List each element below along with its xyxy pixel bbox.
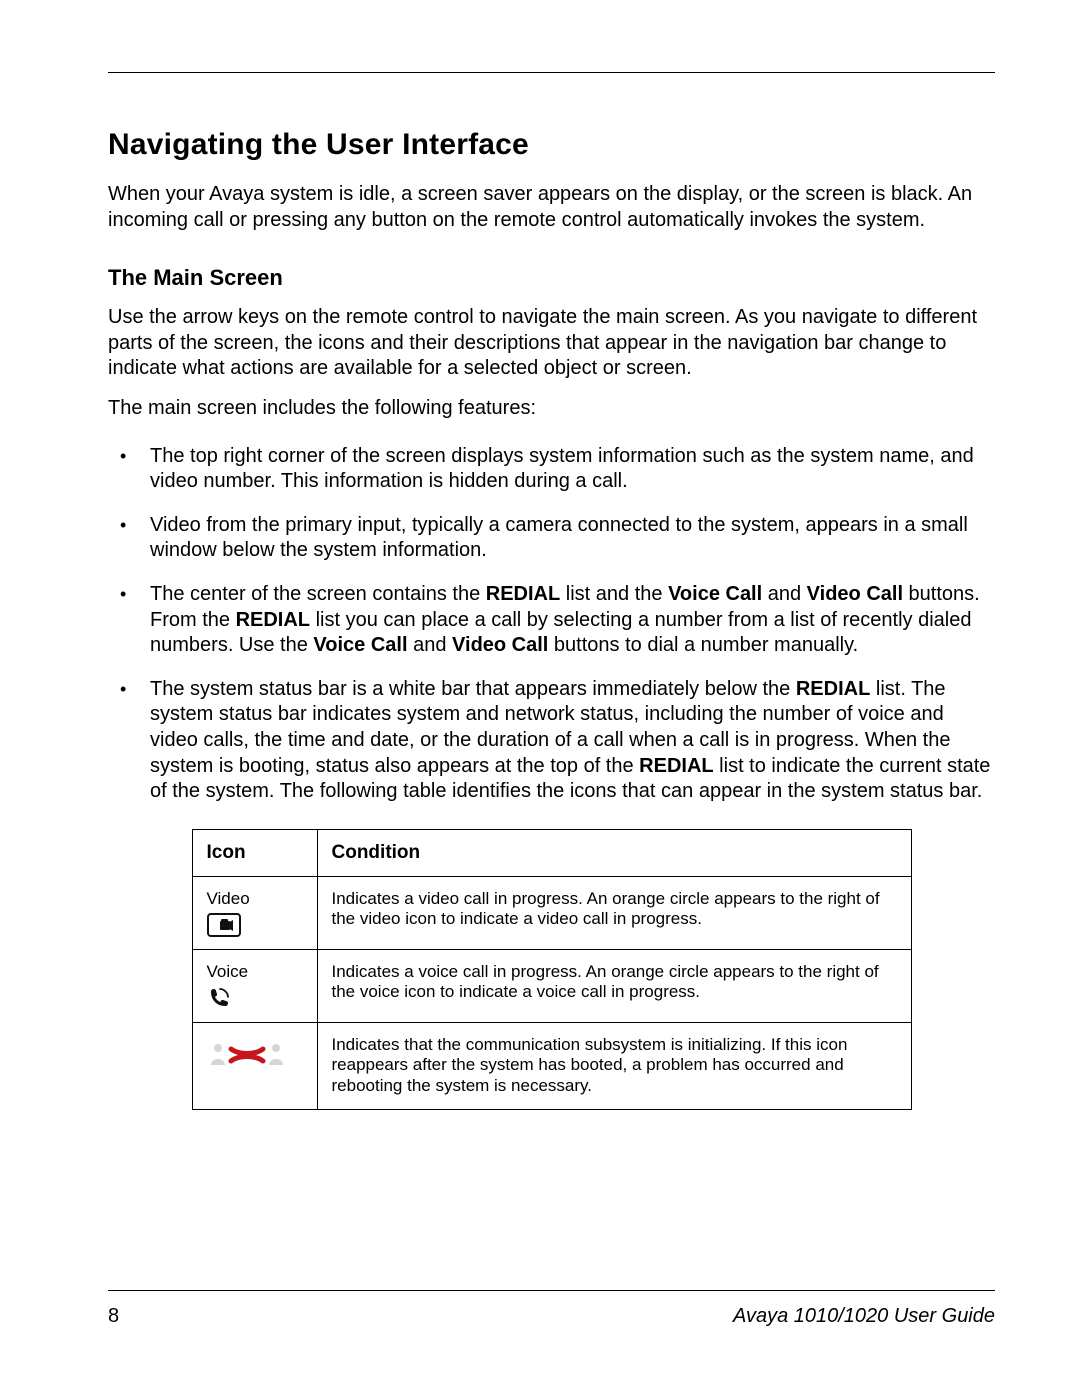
feature-list: • The top right corner of the screen dis… xyxy=(108,444,995,805)
document-page: Navigating the User Interface When your … xyxy=(0,0,1080,1110)
text: and xyxy=(408,634,452,656)
icon-cell xyxy=(192,1022,317,1109)
intro-paragraph: When your Avaya system is idle, a screen… xyxy=(108,182,995,233)
page-title: Navigating the User Interface xyxy=(108,128,995,162)
top-rule xyxy=(108,72,995,73)
table-header-icon: Icon xyxy=(192,829,317,876)
list-item-text: The center of the screen contains the RE… xyxy=(150,582,995,659)
list-item: • The top right corner of the screen dis… xyxy=(108,444,995,495)
list-item-text: The top right corner of the screen displ… xyxy=(150,444,995,495)
page-footer: 8 Avaya 1010/1020 User Guide xyxy=(108,1290,995,1328)
condition-cell: Indicates that the communication subsyst… xyxy=(317,1022,911,1109)
list-item-text: The system status bar is a white bar tha… xyxy=(150,677,995,805)
list-item: • Video from the primary input, typicall… xyxy=(108,513,995,564)
text: and xyxy=(762,583,806,605)
text: The system status bar is a white bar tha… xyxy=(150,678,796,700)
table-header-row: Icon Condition xyxy=(192,829,911,876)
table-row: Voice Indicates a voice call in progress… xyxy=(192,949,911,1022)
icon-label: Voice xyxy=(207,962,249,982)
page-number: 8 xyxy=(108,1305,119,1328)
video-camera-icon xyxy=(207,913,241,937)
icon-label: Video xyxy=(207,889,250,909)
bold-text: Video Call xyxy=(452,634,548,656)
footer-rule xyxy=(108,1290,995,1291)
body-paragraph-1: Use the arrow keys on the remote control… xyxy=(108,305,995,382)
bullet-icon: • xyxy=(108,582,150,606)
table-row: Video Indicates a video call in progress… xyxy=(192,876,911,949)
icon-cell: Voice xyxy=(192,949,317,1022)
table-header-condition: Condition xyxy=(317,829,911,876)
bullet-icon: • xyxy=(108,513,150,537)
section-heading: The Main Screen xyxy=(108,265,995,291)
icon-cell: Video xyxy=(192,876,317,949)
list-item-text: Video from the primary input, typically … xyxy=(150,513,995,564)
condition-cell: Indicates a video call in progress. An o… xyxy=(317,876,911,949)
bullet-icon: • xyxy=(108,677,150,701)
bold-text: REDIAL xyxy=(486,583,560,605)
bold-text: Video Call xyxy=(807,583,903,605)
guide-title: Avaya 1010/1020 User Guide xyxy=(733,1305,995,1328)
icon-table: Icon Condition Video Indicates a video c… xyxy=(192,829,912,1110)
bold-text: Voice Call xyxy=(668,583,762,605)
bold-text: Voice Call xyxy=(313,634,407,656)
text: buttons to dial a number manually. xyxy=(548,634,858,656)
phone-handset-icon xyxy=(207,986,231,1010)
bullet-icon: • xyxy=(108,444,150,468)
list-item: • The center of the screen contains the … xyxy=(108,582,995,659)
bold-text: REDIAL xyxy=(796,678,870,700)
body-paragraph-2: The main screen includes the following f… xyxy=(108,396,995,422)
condition-cell: Indicates a voice call in progress. An o… xyxy=(317,949,911,1022)
text: list and the xyxy=(560,583,668,605)
text: The center of the screen contains the xyxy=(150,583,486,605)
bold-text: REDIAL xyxy=(236,609,310,631)
list-item: • The system status bar is a white bar t… xyxy=(108,677,995,805)
table-row: Indicates that the communication subsyst… xyxy=(192,1022,911,1109)
initializing-icon xyxy=(207,1041,287,1067)
bold-text: REDIAL xyxy=(639,755,713,777)
